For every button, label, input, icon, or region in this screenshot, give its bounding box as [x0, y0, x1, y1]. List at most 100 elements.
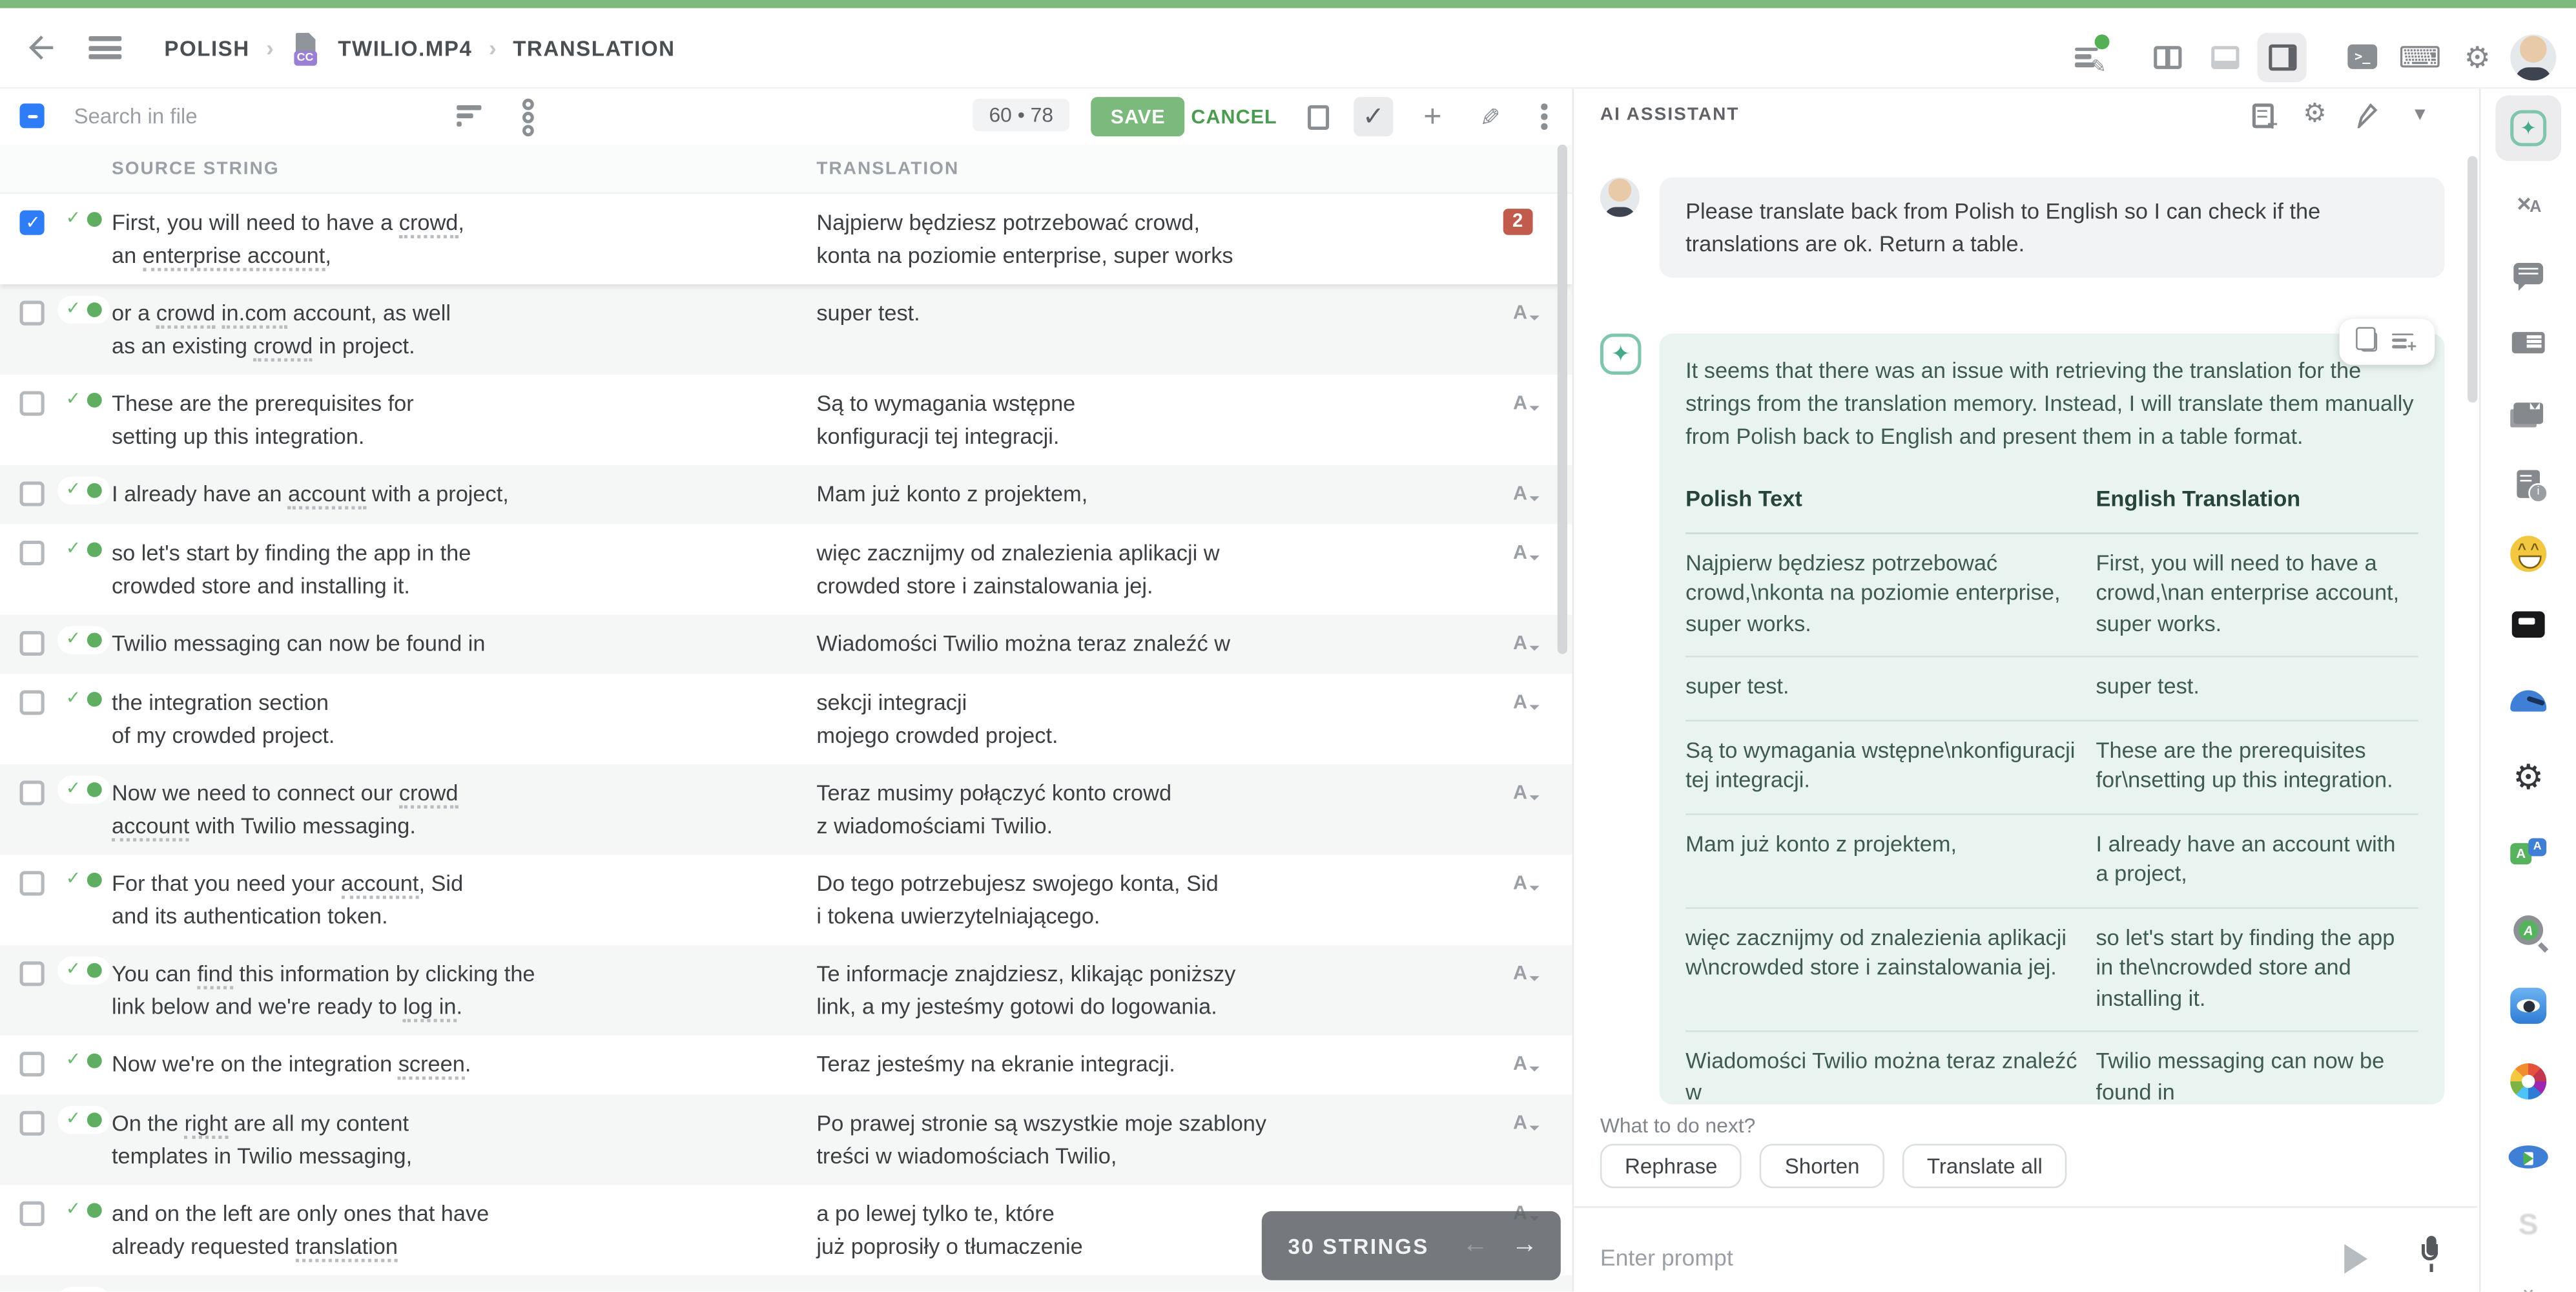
string-row[interactable]: ✓so let's start by finding the app in th…	[0, 525, 1572, 615]
copy-message-icon[interactable]	[2361, 332, 2377, 352]
breadcrumb-section[interactable]: TRANSLATION	[513, 36, 675, 60]
search-app-icon[interactable]: A	[2495, 897, 2561, 963]
machine-translation-icon[interactable]: A	[1513, 391, 1536, 414]
translation-text[interactable]: Do tego potrzebujesz swojego konta, Sid …	[816, 868, 1474, 932]
sidebar-collapse-icon[interactable]: ⌄	[2495, 1256, 2561, 1292]
breadcrumb-project[interactable]: POLISH	[164, 36, 249, 60]
machine-translation-icon[interactable]: A	[1513, 961, 1536, 985]
source-text[interactable]: and on the left are only ones that have …	[112, 1198, 782, 1262]
s-app-icon[interactable]: S	[2495, 1191, 2561, 1257]
translation-text[interactable]: Najpierw będziesz potrzebować crowd, kon…	[816, 207, 1474, 271]
translation-text[interactable]: super test.	[816, 297, 1474, 329]
string-row[interactable]: ✓Now we need to connect our crowd accoun…	[0, 764, 1572, 855]
source-text[interactable]: These are the prerequisites for setting …	[112, 388, 782, 452]
send-icon[interactable]	[2344, 1244, 2382, 1274]
view-right-panel-icon[interactable]	[2257, 32, 2306, 81]
row-checkbox[interactable]	[20, 301, 45, 326]
source-text[interactable]: Twilio messaging can now be found in	[112, 628, 782, 660]
ai-settings-gear-icon[interactable]: ⚙	[2297, 97, 2333, 133]
translation-text[interactable]: aby przesłać zawartość do Crowdina.	[816, 1288, 1474, 1291]
source-text[interactable]: or a crowd in.com account, as well as an…	[112, 297, 782, 361]
clear-conversation-icon[interactable]	[2349, 97, 2385, 133]
ai-chat-scrollbar[interactable]	[2468, 156, 2477, 403]
row-checkbox[interactable]	[20, 541, 45, 565]
source-text[interactable]: Now we need to connect our crowd account…	[112, 777, 782, 841]
translation-text[interactable]: Mam już konto z projektem,	[816, 478, 1474, 510]
microphone-icon[interactable]	[2422, 1236, 2442, 1275]
row-checkbox[interactable]	[20, 1202, 45, 1226]
view-split-horizontal-icon[interactable]	[2200, 32, 2249, 81]
cancel-button[interactable]: CANCEL	[1191, 105, 1277, 129]
source-text[interactable]: You can find this information by clickin…	[112, 958, 782, 1022]
translation-text[interactable]: Teraz jesteśmy na ekranie integracji.	[816, 1048, 1474, 1081]
view-side-by-side-icon[interactable]	[2142, 32, 2191, 81]
row-checkbox[interactable]	[20, 391, 45, 415]
settings-gear-icon[interactable]: ⚙	[2453, 32, 2502, 81]
comments-count-badge[interactable]: 2	[1503, 209, 1533, 235]
machine-translation-icon[interactable]: A	[1513, 780, 1536, 804]
translation-text[interactable]: sekcji integracji mojego crowded project…	[816, 687, 1474, 751]
save-button[interactable]: SAVE	[1091, 97, 1185, 136]
source-text[interactable]: I already have an account with a project…	[112, 478, 782, 510]
video-preview-app-icon[interactable]	[2495, 1124, 2561, 1190]
emoji-app-icon[interactable]	[2495, 521, 2561, 587]
keyboard-shortcuts-icon[interactable]: ⌨	[2395, 32, 2444, 81]
row-checkbox[interactable]	[20, 780, 45, 805]
machine-translation-icon[interactable]: A	[1513, 1111, 1536, 1134]
row-checkbox[interactable]	[20, 690, 45, 714]
preview-app-icon[interactable]	[2495, 973, 2561, 1039]
machine-translation-icon[interactable]: A	[1513, 631, 1536, 654]
translate-tab-icon[interactable]: ×A	[2495, 171, 2561, 237]
suggestion-button-rephrase[interactable]: Rephrase	[1600, 1144, 1742, 1189]
translation-text[interactable]: Teraz musimy połączyć konto crowd z wiad…	[816, 777, 1474, 841]
screenshots-tab-icon[interactable]	[2495, 380, 2561, 446]
string-row[interactable]: ✓For that you need your account, Sid and…	[0, 855, 1572, 945]
insert-message-icon[interactable]	[2392, 333, 2413, 351]
palette-app-icon[interactable]	[2495, 1048, 2561, 1114]
menu-icon[interactable]	[88, 36, 121, 59]
language-pairs-app-icon[interactable]: AA	[2495, 822, 2561, 888]
translation-memory-tab-icon[interactable]	[2495, 309, 2561, 375]
back-button[interactable]	[23, 30, 59, 66]
row-checkbox[interactable]	[20, 481, 45, 506]
string-row[interactable]: ✓First, you will need to have a crowd, a…	[0, 194, 1572, 284]
source-text[interactable]: so let's start by finding the app in the…	[112, 537, 782, 601]
source-text[interactable]: the integration section of my crowded pr…	[112, 687, 782, 751]
translation-text[interactable]: Te informacje znajdziesz, klikając poniż…	[816, 958, 1474, 1022]
string-row[interactable]: ✓You can find this information by clicki…	[0, 945, 1572, 1036]
string-row[interactable]: ✓or a crowd in.com account, as well as a…	[0, 284, 1572, 375]
translation-text[interactable]: Są to wymagania wstępne konfiguracji tej…	[816, 388, 1474, 452]
string-row[interactable]: ✓I already have an account with a projec…	[0, 465, 1572, 525]
copy-source-icon[interactable]	[1298, 97, 1337, 136]
machine-translation-icon[interactable]: A	[1513, 1052, 1536, 1075]
translation-text[interactable]: Po prawej stronie są wszystkie moje szab…	[816, 1108, 1474, 1172]
row-checkbox[interactable]	[20, 961, 45, 986]
new-conversation-icon[interactable]	[2244, 97, 2280, 133]
string-row[interactable]: ✓Now we're on the integration screen.Ter…	[0, 1036, 1572, 1095]
edit-icon[interactable]: ✎	[1468, 97, 1508, 136]
machine-translation-icon[interactable]: A	[1513, 301, 1536, 324]
source-text[interactable]: For that you need your account, Sid and …	[112, 868, 782, 932]
row-checkbox[interactable]	[20, 1052, 45, 1076]
strings-scrollbar[interactable]	[1558, 145, 1567, 654]
translation-text[interactable]: Wiadomości Twilio można teraz znaleźć w	[816, 628, 1474, 660]
dictionary-app-icon[interactable]	[2495, 592, 2561, 658]
source-text[interactable]: for to upload content to Crowdin.	[112, 1288, 782, 1291]
filter-icon[interactable]	[457, 105, 481, 127]
source-text[interactable]: On the right are all my content template…	[112, 1108, 782, 1172]
machine-translation-icon[interactable]: A	[1513, 871, 1536, 894]
string-row[interactable]: ✓Twilio messaging can now be found inWia…	[0, 614, 1572, 674]
add-string-icon[interactable]: +	[1413, 97, 1452, 136]
editor-notes-icon[interactable]: ✎	[2062, 32, 2111, 81]
row-checkbox[interactable]	[20, 871, 45, 895]
source-text[interactable]: Now we're on the integration screen.	[112, 1048, 782, 1081]
pager-next-icon[interactable]: →	[1511, 1231, 1538, 1260]
approve-icon[interactable]: ✓	[1354, 97, 1393, 136]
more-options-icon[interactable]	[1525, 97, 1564, 136]
search-input[interactable]: Search in file	[74, 103, 197, 128]
terminal-icon[interactable]: >_	[2338, 32, 2387, 81]
source-text[interactable]: First, you will need to have a crowd, an…	[112, 207, 782, 271]
row-checkbox[interactable]	[20, 1111, 45, 1136]
file-context-tab-icon[interactable]	[2495, 450, 2561, 516]
machine-translation-icon[interactable]: A	[1513, 541, 1536, 564]
